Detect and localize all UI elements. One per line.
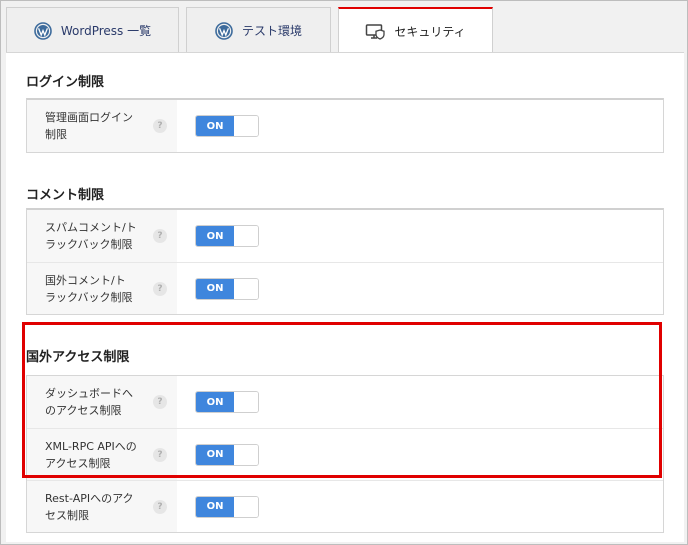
wordpress-icon bbox=[215, 21, 233, 40]
toggle-knob bbox=[234, 116, 258, 136]
xmlrpc-access-toggle[interactable]: ON bbox=[195, 443, 259, 466]
help-icon[interactable]: ? bbox=[153, 119, 167, 133]
tab-security[interactable]: セキュリティ bbox=[338, 7, 493, 54]
row-label-cell: 管理画面ログイン 制限 ? bbox=[27, 100, 177, 152]
row-value-cell: ON bbox=[177, 263, 663, 314]
dashboard-access-toggle[interactable]: ON bbox=[195, 391, 259, 413]
admin-login-toggle[interactable]: ON bbox=[195, 115, 259, 137]
toggle-on-label: ON bbox=[196, 444, 234, 465]
toggle-knob bbox=[234, 444, 258, 465]
comment-restriction-group: スパムコメント/ト ラックバック制限 ? ON 国外コメント/ト ラックバック制… bbox=[26, 208, 664, 315]
help-icon[interactable]: ? bbox=[153, 395, 167, 409]
toggle-knob bbox=[234, 278, 258, 299]
row-label-cell: ダッシュボードへ のアクセス制限 ? bbox=[27, 376, 177, 428]
foreign-access-group: ダッシュボードへ のアクセス制限 ? ON XML-RPC APIへの アクセス… bbox=[26, 375, 664, 533]
tab-bar: WordPress 一覧 テスト環境 セキュリティ bbox=[6, 7, 686, 54]
tab-label: テスト環境 bbox=[241, 24, 302, 38]
help-icon[interactable]: ? bbox=[153, 499, 167, 514]
restapi-access-toggle[interactable]: ON bbox=[195, 495, 259, 518]
monitor-shield-icon bbox=[365, 23, 386, 41]
settings-row: スパムコメント/ト ラックバック制限 ? ON bbox=[27, 210, 663, 262]
spam-comment-toggle[interactable]: ON bbox=[195, 225, 259, 247]
settings-row: Rest-APIへのアク セス制限 ? ON bbox=[27, 480, 663, 532]
toggle-on-label: ON bbox=[196, 278, 234, 299]
toggle-on-label: ON bbox=[196, 392, 234, 412]
section-title-foreign-access: 国外アクセス制限 bbox=[26, 350, 130, 365]
toggle-on-label: ON bbox=[196, 226, 234, 246]
toggle-knob bbox=[234, 496, 258, 517]
row-label: XML-RPC APIへの アクセス制限 bbox=[45, 439, 137, 470]
row-label: スパムコメント/ト ラックバック制限 bbox=[45, 221, 137, 251]
settings-row: 管理画面ログイン 制限 ? ON bbox=[27, 100, 663, 152]
row-label: 国外コメント/ト ラックバック制限 bbox=[45, 273, 133, 304]
row-value-cell: ON bbox=[177, 481, 663, 532]
toggle-knob bbox=[234, 226, 258, 246]
toggle-knob bbox=[234, 392, 258, 412]
help-icon[interactable]: ? bbox=[153, 447, 167, 462]
tab-label: WordPress 一覧 bbox=[60, 24, 152, 38]
settings-row: ダッシュボードへ のアクセス制限 ? ON bbox=[27, 376, 663, 428]
row-label-cell: XML-RPC APIへの アクセス制限 ? bbox=[27, 429, 177, 480]
security-panel: ログイン制限 管理画面ログイン 制限 ? ON コメント制限 スパムコメント/ト… bbox=[6, 52, 684, 542]
foreign-comment-toggle[interactable]: ON bbox=[195, 277, 259, 300]
row-value-cell: ON bbox=[177, 376, 663, 428]
toggle-on-label: ON bbox=[196, 116, 234, 136]
help-icon[interactable]: ? bbox=[153, 281, 167, 296]
row-value-cell: ON bbox=[177, 100, 663, 152]
row-label-cell: スパムコメント/ト ラックバック制限 ? bbox=[27, 210, 177, 262]
window-frame: WordPress 一覧 テスト環境 セキュリティ ログイン制限 管理画面ログイ… bbox=[0, 0, 688, 545]
tab-label: セキュリティ bbox=[394, 25, 466, 39]
row-label-cell: 国外コメント/ト ラックバック制限 ? bbox=[27, 263, 177, 314]
settings-row: 国外コメント/ト ラックバック制限 ? ON bbox=[27, 262, 663, 314]
section-title-comment: コメント制限 bbox=[26, 188, 105, 203]
row-label: 管理画面ログイン 制限 bbox=[45, 111, 133, 141]
toggle-on-label: ON bbox=[196, 496, 234, 517]
settings-row: XML-RPC APIへの アクセス制限 ? ON bbox=[27, 428, 663, 480]
tab-wordpress-list[interactable]: WordPress 一覧 bbox=[6, 7, 179, 53]
row-label: Rest-APIへのアク セス制限 bbox=[45, 491, 134, 522]
tab-test-env[interactable]: テスト環境 bbox=[186, 7, 331, 53]
row-value-cell: ON bbox=[177, 210, 663, 262]
login-restriction-group: 管理画面ログイン 制限 ? ON bbox=[26, 98, 664, 153]
row-label: ダッシュボードへ のアクセス制限 bbox=[45, 387, 133, 417]
row-label-cell: Rest-APIへのアク セス制限 ? bbox=[27, 481, 177, 532]
row-value-cell: ON bbox=[177, 429, 663, 480]
help-icon[interactable]: ? bbox=[153, 229, 167, 243]
section-title-login: ログイン制限 bbox=[26, 75, 105, 90]
wordpress-icon bbox=[34, 21, 52, 40]
